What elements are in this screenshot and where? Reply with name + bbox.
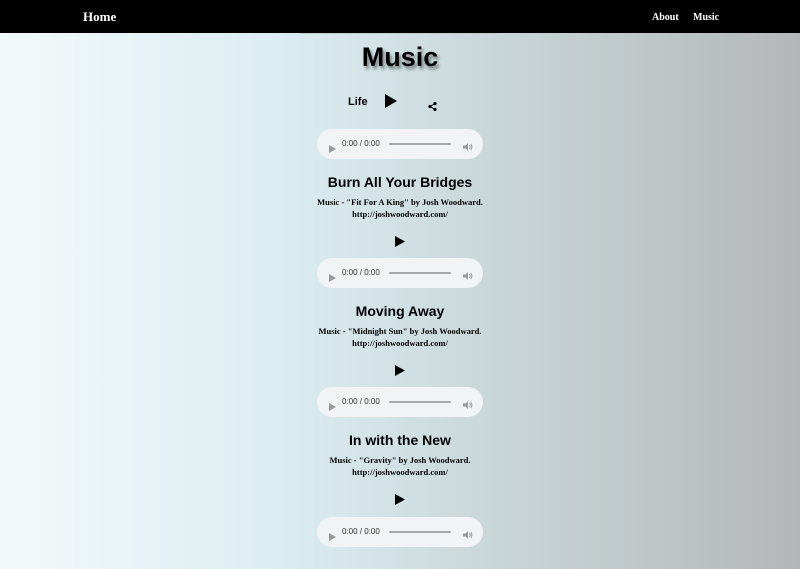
credit-url: http://joshwoodward.com/ — [352, 209, 448, 219]
divider — [300, 33, 500, 34]
audio-player[interactable]: 0:00 / 0:00 — [317, 258, 483, 288]
credit-url: http://joshwoodward.com/ — [352, 338, 448, 348]
volume-icon[interactable] — [463, 397, 473, 415]
audio-time: 0:00 / 0:00 — [342, 268, 380, 277]
volume-icon[interactable] — [463, 139, 473, 157]
audio-time: 0:00 / 0:00 — [342, 139, 380, 148]
song-credit: Music - "Gravity" by Josh Woodward. http… — [0, 454, 800, 478]
audio-player[interactable]: 0:00 / 0:00 — [317, 517, 483, 547]
song-title: In with the New — [349, 432, 451, 448]
nav-about-link[interactable]: About — [652, 12, 679, 23]
credit-text: Music - "Gravity" by Josh Woodward. — [329, 455, 471, 465]
audio-player[interactable]: 0:00 / 0:00 — [317, 129, 483, 159]
audio-progress-bar[interactable] — [389, 272, 451, 274]
featured-label: Life — [348, 96, 368, 108]
play-icon[interactable] — [395, 492, 405, 510]
volume-icon[interactable] — [463, 268, 473, 286]
play-icon[interactable] — [395, 234, 405, 252]
nav-home-link[interactable]: Home — [83, 9, 116, 25]
song-title: Moving Away — [355, 303, 445, 319]
audio-time: 0:00 / 0:00 — [342, 397, 380, 406]
audio-play-icon[interactable] — [329, 398, 336, 416]
song-credit: Music - "Fit For A King" by Josh Woodwar… — [0, 196, 800, 220]
audio-player[interactable]: 0:00 / 0:00 — [317, 387, 483, 417]
audio-play-icon[interactable] — [329, 528, 336, 546]
volume-icon[interactable] — [463, 527, 473, 545]
song-credit: Music - "Midnight Sun" by Josh Woodward.… — [0, 325, 800, 349]
play-icon[interactable] — [395, 363, 405, 381]
share-icon[interactable] — [428, 98, 437, 116]
nav-music-link[interactable]: Music — [693, 12, 719, 23]
credit-text: Music - "Fit For A King" by Josh Woodwar… — [317, 197, 483, 207]
top-navbar: Home About Music — [0, 0, 800, 33]
audio-time: 0:00 / 0:00 — [342, 527, 380, 536]
audio-progress-bar[interactable] — [389, 143, 451, 145]
audio-progress-bar[interactable] — [389, 401, 451, 403]
play-icon[interactable] — [384, 93, 398, 114]
credit-text: Music - "Midnight Sun" by Josh Woodward. — [318, 326, 482, 336]
credit-url: http://joshwoodward.com/ — [352, 467, 448, 477]
audio-play-icon[interactable] — [329, 269, 336, 287]
audio-play-icon[interactable] — [329, 140, 336, 158]
audio-progress-bar[interactable] — [389, 531, 451, 533]
page-title: Music — [361, 42, 439, 72]
song-title: Burn All Your Bridges — [327, 174, 473, 190]
